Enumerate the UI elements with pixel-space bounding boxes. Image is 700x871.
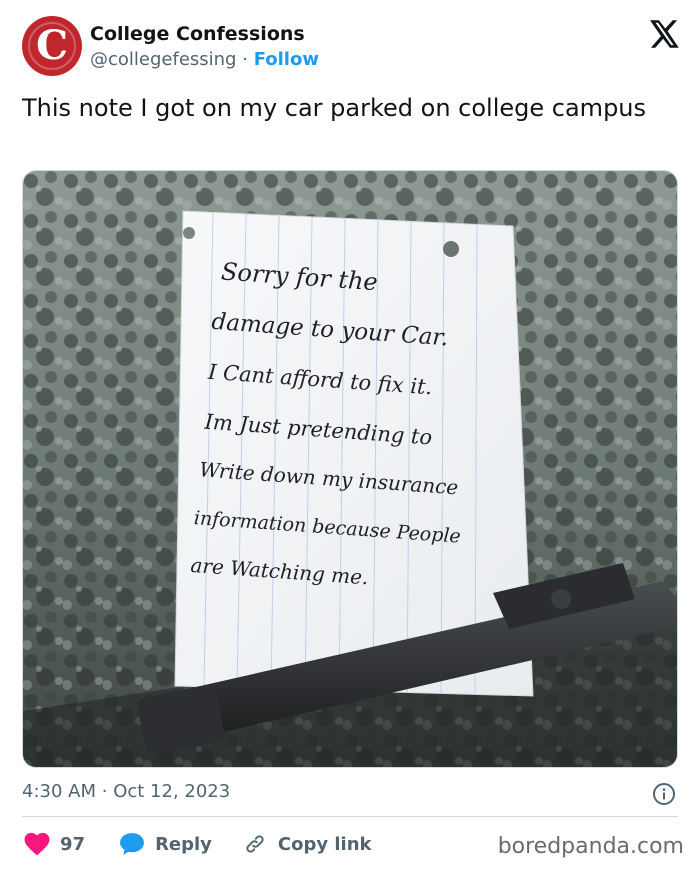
copy-link-label: Copy link [277, 833, 372, 855]
tweet-time: 4:30 AM [22, 781, 96, 802]
handle-row: @collegefessing · Follow [90, 49, 319, 70]
follow-button[interactable]: Follow [254, 49, 319, 70]
copy-link-button[interactable]: Copy link [242, 832, 372, 856]
info-icon[interactable] [652, 782, 676, 806]
photo-canvas: Sorry for the damage to your Car. I Cant… [23, 171, 677, 767]
timestamp-separator: · [101, 781, 108, 802]
action-bar: 97 Reply Copy link [22, 830, 372, 858]
watermark: boredpanda.com [497, 834, 684, 859]
divider [22, 816, 678, 817]
x-logo-icon[interactable] [650, 20, 680, 48]
note-punch-hole-left [183, 227, 195, 239]
tweet-date: Oct 12, 2023 [113, 781, 231, 802]
tweet-header: C College Confessions @collegefessing · … [22, 14, 682, 78]
reply-label: Reply [155, 833, 212, 855]
tweet-text: This note I got on my car parked on coll… [22, 94, 647, 122]
account-handle[interactable]: @collegefessing [90, 49, 237, 70]
tweet-photo[interactable]: Sorry for the damage to your Car. I Cant… [22, 170, 678, 768]
note-punch-hole [443, 241, 459, 257]
handle-separator: · [242, 49, 248, 70]
like-count: 97 [60, 833, 86, 855]
heart-icon [24, 832, 50, 856]
avatar[interactable]: C [22, 16, 82, 76]
speech-bubble-icon [120, 833, 144, 855]
tweet-timestamp[interactable]: 4:30 AM · Oct 12, 2023 [22, 781, 230, 802]
link-icon [246, 835, 264, 853]
reply-button[interactable]: Reply [119, 832, 212, 856]
like-button[interactable]: 97 [24, 832, 85, 856]
avatar-ring [28, 22, 76, 70]
account-name[interactable]: College Confessions [90, 23, 305, 45]
